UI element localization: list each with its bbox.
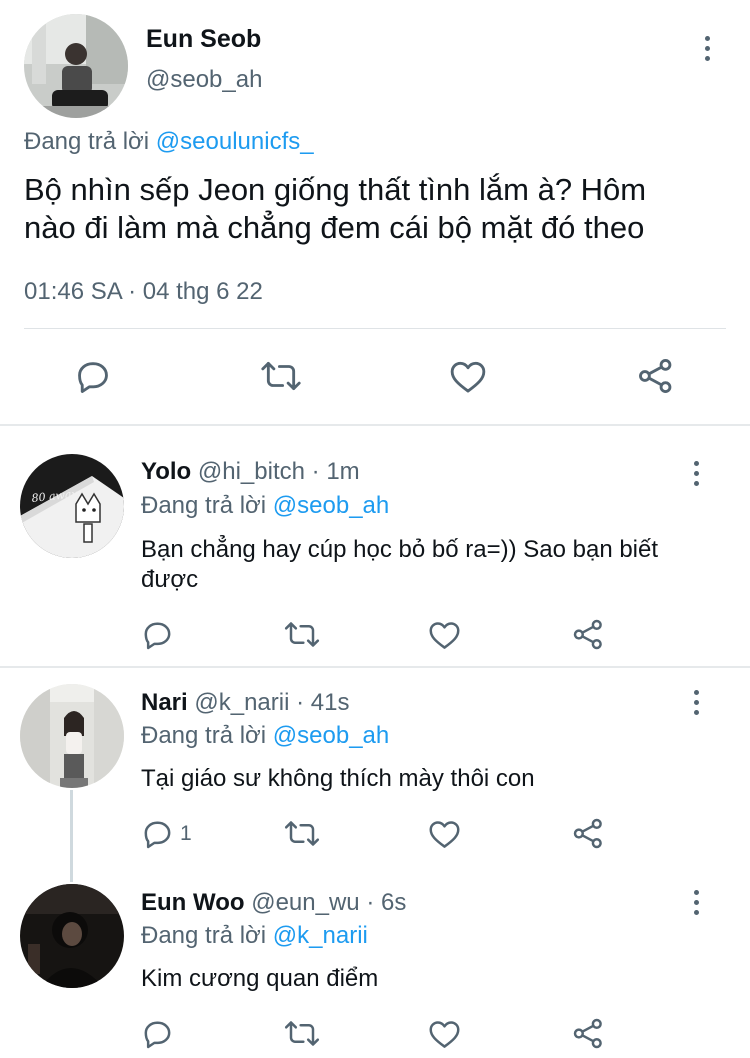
replying-to-line: Đang trả lời @k_narii (141, 922, 368, 950)
retweet-button[interactable] (284, 618, 320, 651)
share-button[interactable] (637, 357, 675, 395)
reply-button[interactable] (141, 1017, 174, 1050)
reply-count: 1 (180, 821, 192, 845)
replying-to-link[interactable]: @seob_ah (273, 722, 389, 749)
replying-to-link[interactable]: @seoulunicfs_ (156, 128, 314, 155)
like-icon (429, 821, 460, 848)
share-icon (573, 818, 602, 849)
retweet-icon (284, 1021, 320, 1046)
retweet-icon (284, 622, 320, 647)
replying-to-line: Đang trả lời @seob_ah (141, 492, 389, 520)
thread-line (70, 790, 73, 882)
replying-prefix: Đang trả lời (141, 922, 267, 949)
tweet-text-line-2: nào đi làm mà chẳng đem cái bộ mặt đó th… (24, 210, 645, 245)
more-icon[interactable] (691, 461, 701, 486)
reply-header: Nari @k_narii · 41s (141, 689, 349, 717)
share-button[interactable] (572, 618, 605, 651)
reply-button[interactable]: 1 (141, 817, 192, 850)
tweet-timestamp[interactable]: 01:46 SA · 04 thg 6 22 (24, 278, 263, 306)
retweet-button[interactable] (284, 1017, 320, 1050)
reply-time[interactable]: · 1m (312, 458, 360, 485)
reply-time[interactable]: · 41s (296, 689, 349, 716)
share-icon (639, 359, 672, 393)
reply-author-handle[interactable]: @eun_wu (251, 889, 359, 916)
replying-to-link[interactable]: @seob_ah (273, 492, 389, 519)
replying-to-link[interactable]: @k_narii (273, 922, 368, 949)
reply-author-name[interactable]: Nari (141, 689, 188, 716)
like-icon (429, 1021, 460, 1048)
reply-time[interactable]: · 6s (366, 889, 406, 916)
share-icon (573, 619, 602, 650)
avatar[interactable] (24, 14, 128, 118)
reply-button[interactable] (141, 618, 174, 651)
more-icon[interactable] (691, 890, 701, 915)
reply-header: Yolo @hi_bitch · 1m (141, 458, 360, 486)
reply-text-line-1: Bạn chẳng hay cúp học bỏ bố ra=)) Sao bạ… (141, 536, 659, 563)
like-icon (450, 361, 486, 393)
author-handle[interactable]: @seob_ah (146, 66, 262, 94)
retweet-button[interactable] (284, 817, 320, 850)
retweet-button[interactable] (260, 357, 302, 395)
reply-author-handle[interactable]: @k_narii (194, 689, 289, 716)
avatar[interactable] (20, 884, 124, 988)
reply-text-line-2: được (141, 566, 199, 593)
author-name[interactable]: Eun Seob (146, 25, 261, 54)
like-button[interactable] (428, 818, 461, 849)
retweet-icon (261, 361, 301, 391)
like-button[interactable] (428, 619, 461, 650)
avatar[interactable]: 80 away (20, 454, 124, 558)
replying-prefix: Đang trả lời (141, 722, 267, 749)
reply-header: Eun Woo @eun_wu · 6s (141, 889, 406, 917)
section-divider (0, 424, 750, 426)
reply-icon (144, 821, 171, 849)
retweet-icon (284, 821, 320, 846)
avatar[interactable] (20, 684, 124, 788)
more-icon[interactable] (691, 690, 701, 715)
like-button[interactable] (449, 358, 487, 394)
reply-author-name[interactable]: Eun Woo (141, 889, 245, 916)
reply-author-name[interactable]: Yolo (141, 458, 191, 485)
like-button[interactable] (428, 1018, 461, 1049)
like-icon (429, 622, 460, 649)
reply-icon (78, 362, 108, 393)
share-button[interactable] (572, 817, 605, 850)
share-button[interactable] (572, 1017, 605, 1050)
tweet-text-line-1: Bộ nhìn sếp Jeon giống thất tình lắm à? … (24, 172, 647, 207)
reply-icon (144, 622, 171, 650)
replying-to-line: Đang trả lời @seoulunicfs_ (24, 128, 314, 156)
reply-button[interactable] (74, 357, 112, 395)
section-divider (0, 666, 750, 668)
share-icon (573, 1018, 602, 1049)
replying-to-line: Đang trả lời @seob_ah (141, 722, 389, 750)
reply-text-line-1: Kim cương quan điểm (141, 965, 379, 992)
replying-prefix: Đang trả lời (141, 492, 267, 519)
replying-prefix: Đang trả lời (24, 128, 150, 155)
reply-icon (144, 1021, 171, 1049)
more-icon[interactable] (702, 36, 712, 61)
reply-author-handle[interactable]: @hi_bitch (198, 458, 305, 485)
reply-text-line-1: Tại giáo sư không thích mày thôi con (141, 765, 535, 792)
divider (24, 328, 726, 329)
